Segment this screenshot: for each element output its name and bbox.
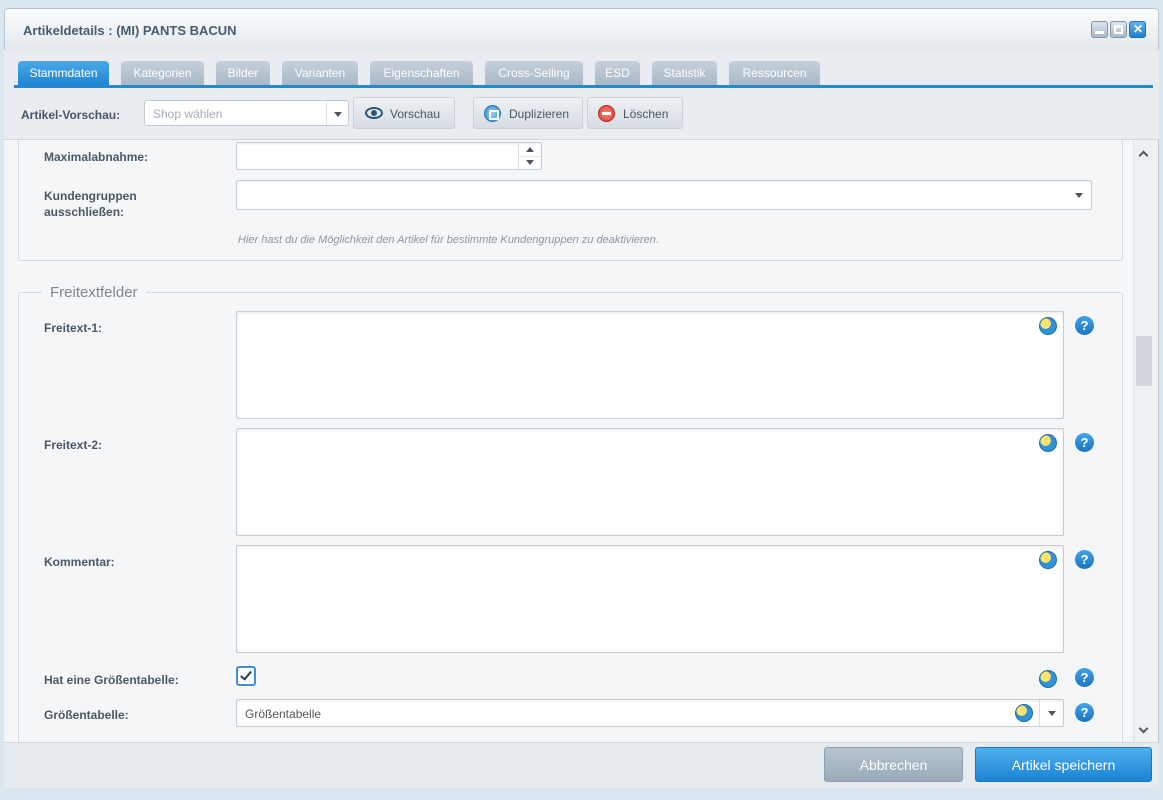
delete-icon — [598, 105, 615, 122]
exclude-groups-hint: Hier hast du die Möglichkeit den Artikel… — [238, 234, 659, 246]
globe-icon[interactable] — [1039, 434, 1057, 452]
delete-button[interactable]: Löschen — [587, 97, 683, 129]
tab-ressourcen[interactable]: Ressourcen — [729, 61, 820, 85]
window-controls: ✕ — [1091, 21, 1146, 38]
tab-statistik[interactable]: Statistik — [652, 61, 717, 85]
preview-button[interactable]: Vorschau — [353, 97, 455, 129]
duplicate-button-label: Duplizieren — [509, 107, 570, 121]
exclude-groups-label: Kundengruppen ausschließen: — [44, 189, 137, 219]
chevron-down-icon[interactable] — [1048, 711, 1056, 716]
close-icon[interactable]: ✕ — [1129, 21, 1146, 38]
globe-icon[interactable] — [1039, 317, 1057, 335]
stepper-down-icon[interactable] — [526, 160, 534, 165]
help-icon[interactable]: ? — [1075, 668, 1094, 687]
has-size-table-checkbox[interactable] — [236, 666, 256, 686]
tab-eigenschaften[interactable]: Eigenschaften — [370, 61, 473, 85]
tab-kategorien[interactable]: Kategorien — [121, 61, 204, 85]
window-titlebar[interactable]: Artikeldetails : (MI) PANTS BACUN ✕ — [5, 9, 1158, 51]
exclude-groups-select[interactable] — [236, 180, 1092, 210]
globe-icon[interactable] — [1039, 551, 1057, 569]
save-article-button[interactable]: Artikel speichern — [975, 747, 1152, 782]
size-table-label: Größentabelle: — [44, 708, 129, 722]
delete-button-label: Löschen — [623, 107, 669, 121]
help-icon[interactable]: ? — [1075, 433, 1094, 452]
chevron-down-icon[interactable] — [326, 101, 348, 125]
size-table-select[interactable]: Größentabelle — [236, 699, 1064, 727]
tab-varianten[interactable]: Varianten — [282, 61, 358, 85]
freitext1-label: Freitext-1: — [44, 321, 103, 335]
comment-label: Kommentar: — [44, 555, 115, 569]
maximize-icon[interactable] — [1110, 21, 1127, 38]
tab-esd[interactable]: ESD — [595, 61, 640, 85]
form-content: Maximalabnahme: Kundengruppen ausschließ… — [4, 140, 1133, 742]
scroll-up-icon[interactable] — [1138, 150, 1149, 161]
tab-bilder[interactable]: Bilder — [216, 61, 270, 85]
max-purchase-input[interactable] — [236, 142, 542, 170]
scroll-down-icon[interactable] — [1138, 723, 1149, 734]
has-size-table-label: Hat eine Größentabelle: — [44, 673, 179, 687]
freitext1-textarea[interactable] — [236, 311, 1064, 419]
max-purchase-label: Maximalabnahme: — [44, 150, 149, 164]
minimize-icon[interactable] — [1091, 21, 1108, 38]
globe-icon[interactable] — [1015, 704, 1033, 722]
duplicate-icon — [484, 105, 501, 122]
tab-stammdaten[interactable]: Stammdaten — [18, 61, 109, 85]
cancel-button[interactable]: Abbrechen — [824, 747, 963, 782]
chevron-down-icon[interactable] — [1075, 193, 1083, 198]
stepper-up-icon[interactable] — [526, 147, 534, 152]
scrollbar-thumb[interactable] — [1136, 336, 1152, 386]
help-icon[interactable]: ? — [1075, 316, 1094, 335]
vertical-scrollbar[interactable] — [1133, 140, 1153, 742]
tab-cross-selling[interactable]: Cross-Selling — [485, 61, 583, 85]
checkmark-icon — [240, 668, 252, 681]
freetext-legend: Freitextfelder — [42, 284, 146, 301]
freitext2-textarea[interactable] — [236, 428, 1064, 536]
size-table-dropdown[interactable] — [1039, 700, 1063, 726]
preview-button-label: Vorschau — [390, 107, 441, 121]
globe-icon[interactable] — [1039, 670, 1057, 688]
comment-textarea[interactable] — [236, 545, 1064, 653]
size-table-value: Größentabelle — [245, 707, 322, 721]
help-icon[interactable]: ? — [1075, 703, 1094, 722]
duplicate-button[interactable]: Duplizieren — [473, 97, 583, 129]
max-purchase-stepper[interactable] — [518, 143, 541, 169]
article-preview-label: Artikel-Vorschau: — [21, 108, 121, 122]
shop-select-placeholder: Shop wählen — [153, 107, 223, 121]
freitext2-label: Freitext-2: — [44, 438, 103, 452]
shop-select[interactable]: Shop wählen — [144, 100, 349, 126]
eye-icon — [365, 107, 383, 119]
help-icon[interactable]: ? — [1075, 550, 1094, 569]
window-title: Artikeldetails : (MI) PANTS BACUN — [23, 23, 237, 38]
